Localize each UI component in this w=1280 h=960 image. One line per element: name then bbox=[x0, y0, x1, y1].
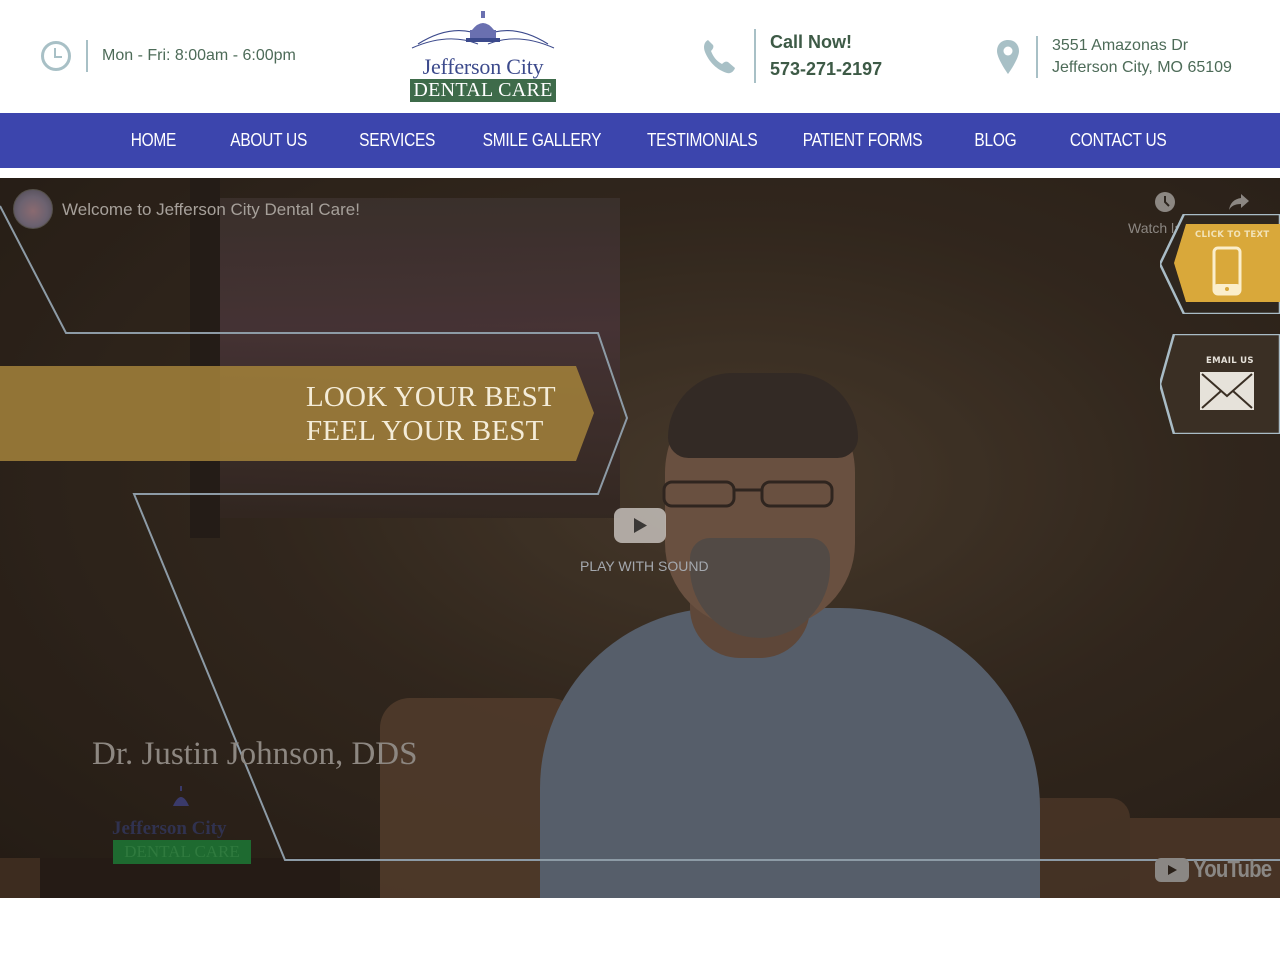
site-header: Mon - Fri: 8:00am - 6:00pm Jefferson Cit… bbox=[0, 0, 1280, 113]
youtube-wordmark: YouTube bbox=[1193, 856, 1272, 883]
nav-label[interactable]: TESTIMONIALS bbox=[647, 130, 758, 151]
banner-line2: FEEL YOUR BEST bbox=[306, 415, 544, 447]
capitol-dome-icon bbox=[411, 11, 555, 49]
banner-line1: LOOK YOUR BEST bbox=[306, 381, 556, 413]
video-title[interactable]: Welcome to Jefferson City Dental Care! bbox=[62, 200, 360, 220]
nav-label[interactable]: ABOUT US bbox=[231, 130, 308, 151]
video-logo-care: DENTAL CARE bbox=[113, 840, 251, 864]
email-us-label: EMAIL US bbox=[1206, 356, 1254, 366]
address-text: 3551 Amazonas Dr Jefferson City, MO 6510… bbox=[1052, 35, 1232, 79]
nav-label[interactable]: SMILE GALLERY bbox=[483, 130, 602, 151]
play-with-sound-label[interactable]: PLAY WITH SOUND bbox=[580, 558, 709, 574]
nav-item-testimonials[interactable]: TESTIMONIALS bbox=[617, 130, 787, 151]
watch-later-icon[interactable] bbox=[1154, 191, 1176, 213]
nav-item-contact-us[interactable]: CONTACT US bbox=[1051, 130, 1185, 151]
doctor-caption: Dr. Justin Johnson, DDS bbox=[92, 736, 418, 772]
divider bbox=[1036, 36, 1038, 78]
nav-label[interactable]: SERVICES bbox=[359, 130, 435, 151]
play-button[interactable] bbox=[614, 508, 666, 543]
click-to-text-label: CLICK TO TEXT bbox=[1195, 230, 1270, 240]
call-now-block[interactable]: Call Now! 573-271-2197 bbox=[702, 28, 882, 84]
clock-icon bbox=[41, 41, 71, 71]
nav-label[interactable]: PATIENT FORMS bbox=[803, 130, 923, 151]
call-now-label: Call Now! bbox=[770, 32, 853, 52]
play-triangle bbox=[1168, 865, 1177, 875]
hours-text: Mon - Fri: 8:00am - 6:00pm bbox=[102, 47, 296, 64]
smartphone-icon bbox=[1212, 246, 1242, 296]
site-logo[interactable]: Jefferson City DENTAL CARE bbox=[408, 8, 558, 104]
phone-icon bbox=[704, 40, 735, 74]
nav-label[interactable]: BLOG bbox=[974, 130, 1016, 151]
business-hours: Mon - Fri: 8:00am - 6:00pm bbox=[40, 38, 296, 74]
divider bbox=[86, 40, 88, 72]
nav-item-about-us[interactable]: ABOUT US bbox=[211, 130, 327, 151]
nav-label[interactable]: CONTACT US bbox=[1070, 130, 1167, 151]
share-icon[interactable] bbox=[1228, 192, 1250, 212]
logo-city-text: Jefferson City bbox=[422, 54, 544, 79]
address-block[interactable]: 3551 Amazonas Dr Jefferson City, MO 6510… bbox=[996, 34, 1232, 80]
logo-dental-care-text: DENTAL CARE bbox=[410, 79, 556, 102]
email-us-button[interactable]: EMAIL US bbox=[1160, 334, 1280, 434]
map-pin-icon bbox=[997, 40, 1019, 74]
nav-item-patient-forms[interactable]: PATIENT FORMS bbox=[787, 130, 939, 151]
capitol-dome-icon bbox=[173, 786, 189, 806]
hero-video[interactable]: LOOK YOUR BEST FEEL YOUR BEST Welcome to… bbox=[0, 178, 1280, 898]
youtube-play-icon bbox=[1155, 858, 1189, 882]
envelope-icon bbox=[1200, 372, 1254, 410]
nav-item-smile-gallery[interactable]: SMILE GALLERY bbox=[467, 130, 617, 151]
channel-avatar[interactable] bbox=[13, 189, 53, 229]
address-line2: Jefferson City, MO 65109 bbox=[1052, 59, 1232, 76]
video-logo-city: Jefferson City bbox=[112, 818, 227, 839]
call-text: Call Now! 573-271-2197 bbox=[770, 29, 882, 83]
divider bbox=[754, 29, 756, 83]
main-nav: HOME ABOUT US SERVICES SMILE GALLERY TES… bbox=[0, 113, 1280, 168]
nav-item-home[interactable]: HOME bbox=[95, 130, 211, 151]
nav-label[interactable]: HOME bbox=[130, 130, 176, 151]
hero-banner: LOOK YOUR BEST FEEL YOUR BEST bbox=[306, 380, 556, 448]
nav-item-services[interactable]: SERVICES bbox=[327, 130, 467, 151]
click-to-text-button[interactable]: CLICK TO TEXT bbox=[1160, 214, 1280, 314]
play-icon bbox=[634, 518, 647, 533]
nav-list: HOME ABOUT US SERVICES SMILE GALLERY TES… bbox=[95, 130, 1185, 151]
youtube-logo[interactable]: YouTube bbox=[1155, 856, 1280, 884]
phone-number[interactable]: 573-271-2197 bbox=[770, 56, 882, 83]
nav-item-blog[interactable]: BLOG bbox=[939, 130, 1051, 151]
address-line1: 3551 Amazonas Dr bbox=[1052, 37, 1189, 54]
